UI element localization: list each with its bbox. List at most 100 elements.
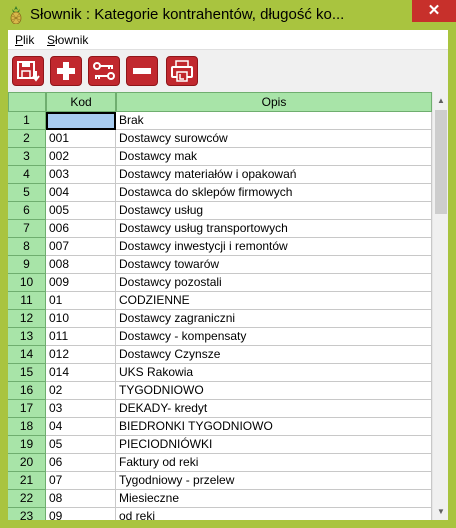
cell-opis[interactable]: Dostawcy pozostali: [116, 274, 432, 292]
cell-kod[interactable]: 03: [46, 400, 116, 418]
table-row[interactable]: 12 010 Dostawcy zagraniczni: [8, 310, 432, 328]
cell-opis[interactable]: Faktury od reki: [116, 454, 432, 472]
cell-opis[interactable]: Dostawcy mak: [116, 148, 432, 166]
cell-kod[interactable]: 011: [46, 328, 116, 346]
table-row[interactable]: 9 008 Dostawcy towarów: [8, 256, 432, 274]
menu-plik[interactable]: Plik: [15, 33, 34, 47]
cell-kod[interactable]: 07: [46, 472, 116, 490]
cell-opis[interactable]: TYGODNIOWO: [116, 382, 432, 400]
row-number[interactable]: 18: [8, 418, 46, 436]
row-number[interactable]: 15: [8, 364, 46, 382]
table-row[interactable]: 10 009 Dostawcy pozostali: [8, 274, 432, 292]
row-number[interactable]: 10: [8, 274, 46, 292]
row-number[interactable]: 17: [8, 400, 46, 418]
cell-kod[interactable]: 009: [46, 274, 116, 292]
row-number[interactable]: 23: [8, 508, 46, 520]
row-number[interactable]: 13: [8, 328, 46, 346]
cell-kod[interactable]: 08: [46, 490, 116, 508]
add-button[interactable]: [50, 56, 82, 86]
cell-kod[interactable]: [46, 112, 116, 130]
table-row[interactable]: 3 002 Dostawcy mak: [8, 148, 432, 166]
cell-kod[interactable]: 01: [46, 292, 116, 310]
cell-opis[interactable]: Dostawcy Czynsze: [116, 346, 432, 364]
table-row[interactable]: 2 001 Dostawcy surowców: [8, 130, 432, 148]
row-number[interactable]: 6: [8, 202, 46, 220]
row-number[interactable]: 21: [8, 472, 46, 490]
table-row[interactable]: 17 03 DEKADY- kredyt: [8, 400, 432, 418]
menu-slownik[interactable]: Słownik: [47, 33, 88, 47]
row-number[interactable]: 5: [8, 184, 46, 202]
cell-opis[interactable]: Tygodniowy - przelew: [116, 472, 432, 490]
cell-kod[interactable]: 05: [46, 436, 116, 454]
cell-opis[interactable]: UKS Rakowia: [116, 364, 432, 382]
table-row[interactable]: 5 004 Dostawca do sklepów firmowych: [8, 184, 432, 202]
table-row[interactable]: 14 012 Dostawcy Czynsze: [8, 346, 432, 364]
cell-kod[interactable]: 005: [46, 202, 116, 220]
print-button[interactable]: [166, 56, 198, 86]
save-import-button[interactable]: [12, 56, 44, 86]
table-row[interactable]: 4 003 Dostawcy materiałów i opakowań: [8, 166, 432, 184]
remove-button[interactable]: [126, 56, 158, 86]
cell-opis[interactable]: Dostawcy surowców: [116, 130, 432, 148]
table-row[interactable]: 19 05 PIECIODNIÓWKI: [8, 436, 432, 454]
row-number[interactable]: 19: [8, 436, 46, 454]
row-number[interactable]: 16: [8, 382, 46, 400]
cell-kod[interactable]: 004: [46, 184, 116, 202]
cell-kod[interactable]: 02: [46, 382, 116, 400]
table-row[interactable]: 20 06 Faktury od reki: [8, 454, 432, 472]
vertical-scrollbar[interactable]: ▲ ▼: [432, 92, 448, 520]
cell-kod[interactable]: 012: [46, 346, 116, 364]
row-number[interactable]: 1: [8, 112, 46, 130]
table-row[interactable]: 21 07 Tygodniowy - przelew: [8, 472, 432, 490]
row-number[interactable]: 7: [8, 220, 46, 238]
cell-kod[interactable]: 002: [46, 148, 116, 166]
cell-opis[interactable]: Dostawcy usług transportowych: [116, 220, 432, 238]
row-number[interactable]: 8: [8, 238, 46, 256]
table-row[interactable]: 7 006 Dostawcy usług transportowych: [8, 220, 432, 238]
scroll-down-icon[interactable]: ▼: [433, 503, 448, 520]
row-number[interactable]: 12: [8, 310, 46, 328]
cell-opis[interactable]: Dostawcy inwestycji i remontów: [116, 238, 432, 256]
cell-opis[interactable]: Dostawca do sklepów firmowych: [116, 184, 432, 202]
cell-kod[interactable]: 003: [46, 166, 116, 184]
cell-kod[interactable]: 006: [46, 220, 116, 238]
scroll-up-icon[interactable]: ▲: [433, 92, 448, 109]
row-number[interactable]: 14: [8, 346, 46, 364]
cell-opis[interactable]: BIEDRONKI TYGODNIOWO: [116, 418, 432, 436]
table-row[interactable]: 15 014 UKS Rakowia: [8, 364, 432, 382]
table-row[interactable]: 22 08 Miesieczne: [8, 490, 432, 508]
table-row[interactable]: 6 005 Dostawcy usług: [8, 202, 432, 220]
title-bar[interactable]: Słownik : Kategorie kontrahentów, długoś…: [0, 0, 456, 30]
close-button[interactable]: ✕: [412, 0, 456, 22]
cell-opis[interactable]: Dostawcy - kompensaty: [116, 328, 432, 346]
cell-kod[interactable]: 06: [46, 454, 116, 472]
cell-opis[interactable]: PIECIODNIÓWKI: [116, 436, 432, 454]
cell-opis[interactable]: Dostawcy materiałów i opakowań: [116, 166, 432, 184]
table-row[interactable]: 23 09 od reki: [8, 508, 432, 520]
cell-kod[interactable]: 007: [46, 238, 116, 256]
cell-kod[interactable]: 010: [46, 310, 116, 328]
row-number[interactable]: 2: [8, 130, 46, 148]
table-row[interactable]: 16 02 TYGODNIOWO: [8, 382, 432, 400]
cell-opis[interactable]: CODZIENNE: [116, 292, 432, 310]
cell-opis[interactable]: Dostawcy towarów: [116, 256, 432, 274]
cell-opis[interactable]: od reki: [116, 508, 432, 520]
cell-opis[interactable]: DEKADY- kredyt: [116, 400, 432, 418]
cell-kod[interactable]: 014: [46, 364, 116, 382]
cell-opis[interactable]: Brak: [116, 112, 432, 130]
cell-kod[interactable]: 04: [46, 418, 116, 436]
key-link-button[interactable]: [88, 56, 120, 86]
scroll-thumb[interactable]: [435, 110, 447, 214]
row-number[interactable]: 20: [8, 454, 46, 472]
table-row[interactable]: 8 007 Dostawcy inwestycji i remontów: [8, 238, 432, 256]
row-number[interactable]: 4: [8, 166, 46, 184]
row-number[interactable]: 22: [8, 490, 46, 508]
row-number[interactable]: 9: [8, 256, 46, 274]
cell-opis[interactable]: Miesieczne: [116, 490, 432, 508]
row-number[interactable]: 3: [8, 148, 46, 166]
table-row[interactable]: 1 Brak: [8, 112, 432, 130]
cell-opis[interactable]: Dostawcy usług: [116, 202, 432, 220]
table-row[interactable]: 13 011 Dostawcy - kompensaty: [8, 328, 432, 346]
table-row[interactable]: 11 01 CODZIENNE: [8, 292, 432, 310]
table-row[interactable]: 18 04 BIEDRONKI TYGODNIOWO: [8, 418, 432, 436]
